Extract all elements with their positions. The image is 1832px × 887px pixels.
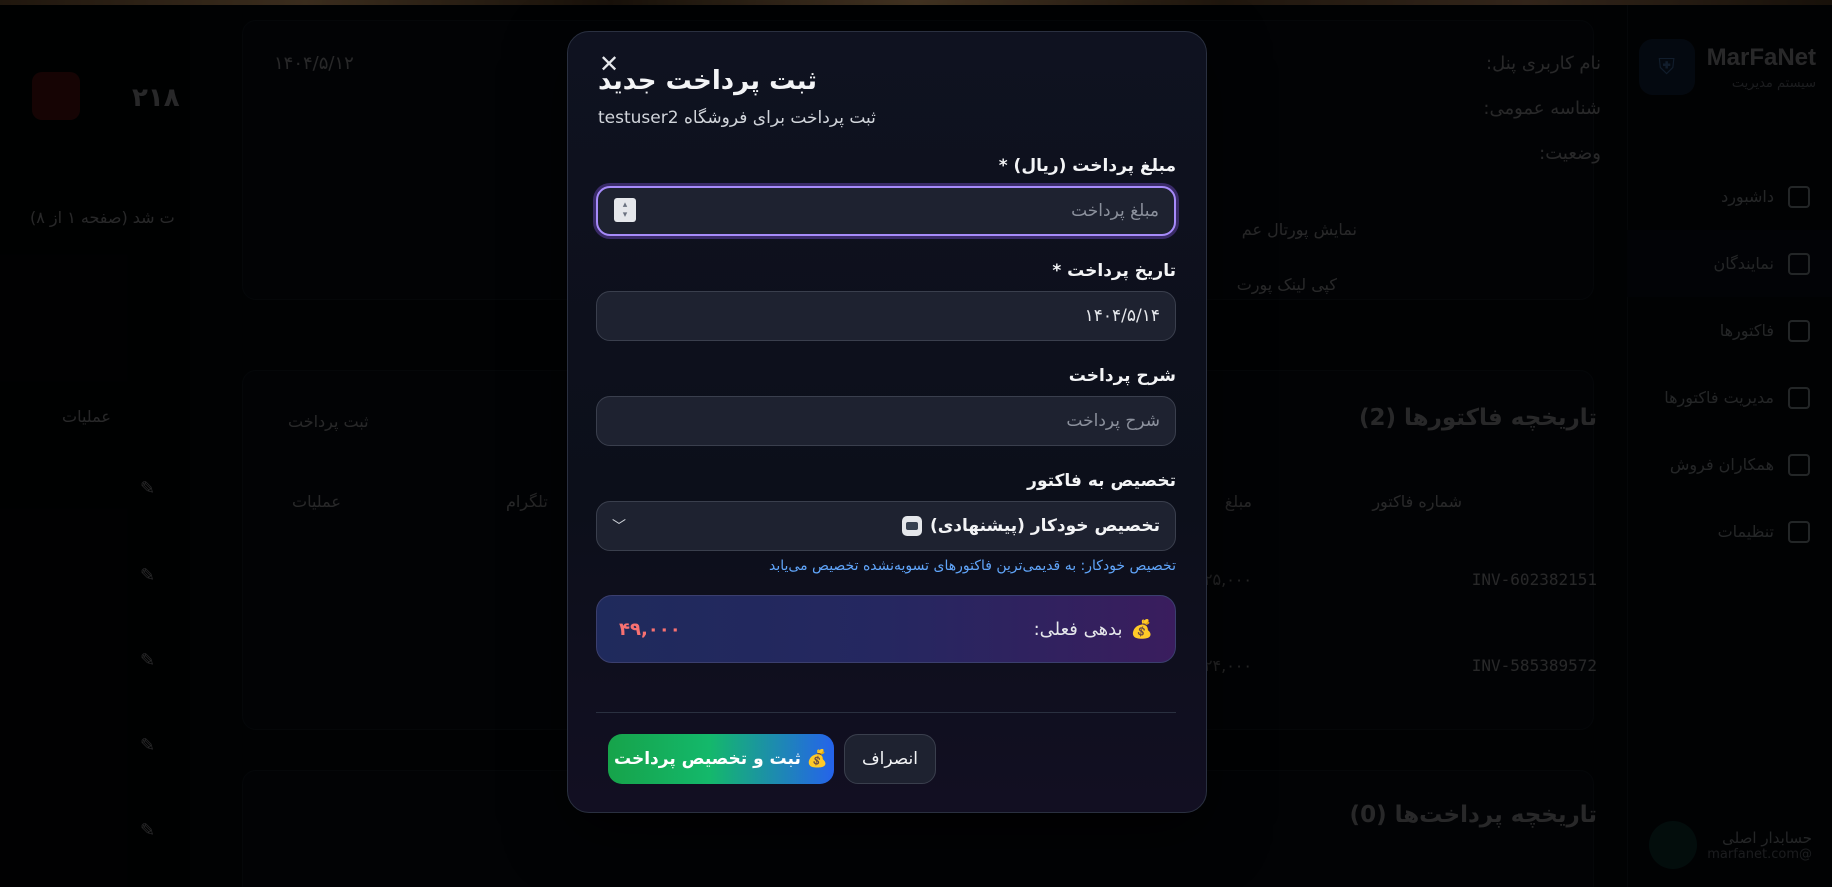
allocation-select[interactable]: تخصیص خودکار (پیشنهادی) ﹀ <box>596 501 1176 551</box>
submit-label: ثبت و تخصیص پرداخت <box>613 749 801 769</box>
description-input[interactable] <box>596 396 1176 446</box>
money-bag-icon: 💰 <box>1130 618 1153 640</box>
chevron-down-icon: ﹀ <box>612 519 626 535</box>
debt-label: بدهی فعلی: <box>1033 618 1123 640</box>
dialog-subtitle: ثبت پرداخت برای فروشگاه testuser2 <box>598 108 876 128</box>
description-label: شرح پرداخت <box>1068 366 1176 386</box>
cancel-button[interactable]: انصراف <box>844 734 936 784</box>
dialog-title: ثبت پرداخت جدید <box>598 66 817 96</box>
money-bag-icon: 💰 <box>806 749 829 769</box>
divider <box>596 712 1176 713</box>
robot-icon <box>901 516 922 536</box>
current-debt-card: 💰 بدهی فعلی: ۴۹,۰۰۰ <box>596 595 1176 663</box>
debt-value: ۴۹,۰۰۰ <box>619 618 681 640</box>
submit-payment-button[interactable]: 💰 ثبت و تخصیص پرداخت <box>608 734 834 784</box>
payment-dialog: ✕ ثبت پرداخت جدید ثبت پرداخت برای فروشگا… <box>567 31 1207 813</box>
date-label: تاریخ پرداخت * <box>1052 261 1176 281</box>
number-stepper[interactable]: ▴ ▾ <box>614 198 636 222</box>
allocation-selected: تخصیص خودکار (پیشنهادی) <box>929 516 1160 536</box>
amount-label: مبلغ پرداخت (ریال) * <box>998 156 1176 176</box>
amount-input[interactable] <box>596 186 1176 236</box>
date-input[interactable] <box>596 291 1176 341</box>
allocation-label: تخصیص به فاکتور <box>1027 471 1176 491</box>
allocation-hint: تخصیص خودکار: به قدیمی‌ترین فاکتورهای تس… <box>769 558 1176 574</box>
